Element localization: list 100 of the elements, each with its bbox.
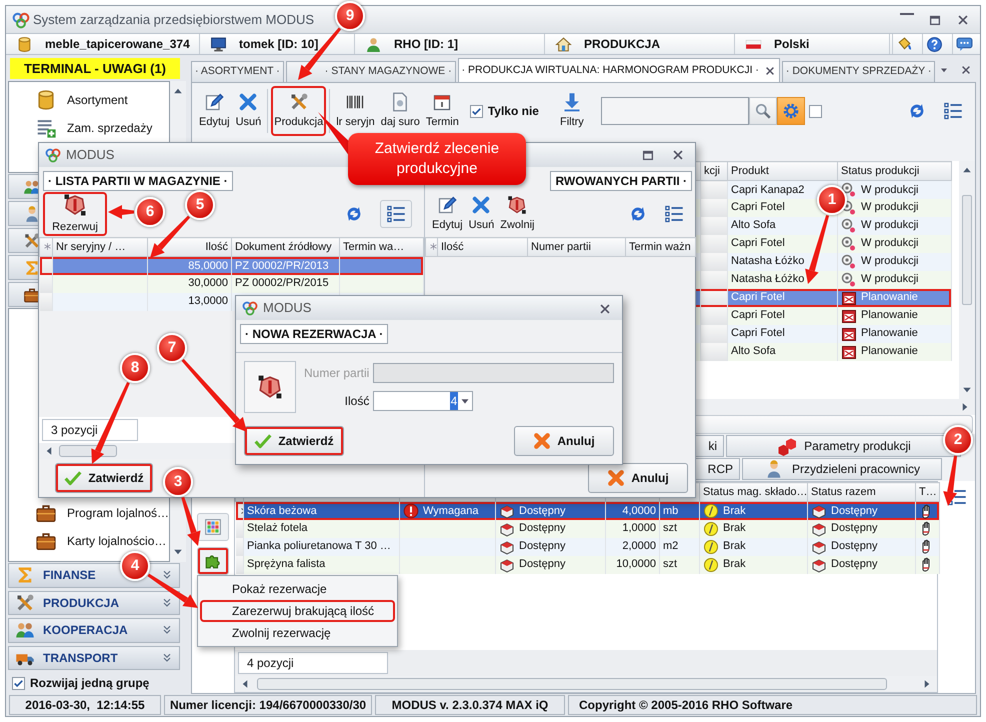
table-cell: Capri Fotel xyxy=(728,288,838,306)
checkbox-label: Tylko nie xyxy=(488,103,539,120)
table-cell: Sprężyna falista xyxy=(244,556,400,574)
tab[interactable]: · PRODUKCJA WIRTUALNA: HARMONOGRAM PRODUKCJI · xyxy=(458,58,780,82)
status-text: Brak xyxy=(723,504,746,518)
nav-item[interactable]: Asortyment xyxy=(67,91,128,110)
status-text: Planowanie xyxy=(861,326,918,342)
toolbar-button[interactable]: lr seryjn xyxy=(333,86,378,136)
confirm-button[interactable]: Zatwierdź xyxy=(244,426,344,456)
toolbar-button[interactable]: daj suro xyxy=(378,86,423,136)
table-row[interactable]: Pianka poliuretanowa T 30 … Dostępny 2,0000 m2 Brak Dostępny xyxy=(236,538,940,556)
status-text: W produkcji xyxy=(861,254,918,270)
column-header[interactable]: Termin wa… xyxy=(340,238,424,256)
table-cell: mb xyxy=(660,502,700,520)
tab[interactable]: · STANY MAGAZYNOWE · xyxy=(286,61,456,82)
info-label: Polski xyxy=(774,36,810,53)
table-cell: 4,0000 xyxy=(606,502,660,520)
status-text: Numer licencji: 194/6670000330/30 xyxy=(164,695,372,715)
filter-button[interactable]: Filtry xyxy=(556,86,587,136)
status-text: MODUS v. 2.3.0.374 MAX iQ xyxy=(375,695,565,715)
nav-item[interactable]: Zam. sprzedaży xyxy=(67,119,152,138)
table-cell: Skóra beżowa xyxy=(244,502,400,520)
status-text: W produkcji xyxy=(861,272,918,288)
status-text: Brak xyxy=(723,521,746,536)
cancel-button[interactable]: Anuluj xyxy=(514,426,614,456)
checkbox-label: Rozwijaj jedną grupę xyxy=(30,675,150,692)
menu-item[interactable]: Pokaż rezerwacje xyxy=(200,578,395,600)
table-cell: szt xyxy=(660,520,700,538)
table-row[interactable]: Stelaż fotela Dostępny 1,0000 szt Brak Dostępny xyxy=(236,520,940,538)
table-cell: 30,0000 xyxy=(148,274,232,292)
dialog-title: MODUS xyxy=(66,146,114,164)
status-text: W produkcji xyxy=(861,236,918,252)
status-text: Dostępny xyxy=(831,557,878,572)
table-row[interactable]: Sprężyna falista Dostępny 10,0000 szt Brak Dostępny xyxy=(236,556,940,574)
column-header[interactable]: Nr seryjny / … xyxy=(52,238,148,256)
reserve-button[interactable]: Rezerwuj xyxy=(43,192,107,236)
table-cell: PZ 00002/PR/2015 xyxy=(232,274,340,292)
status-text: Dostępny xyxy=(519,539,566,554)
tab[interactable]: · ASORTYMENT · xyxy=(191,61,284,82)
panel-tab[interactable]: · NOWA REZERWACJA · xyxy=(240,324,388,344)
status-text: W produkcji xyxy=(861,182,918,198)
status-text: Dostępny xyxy=(831,539,878,554)
table-cell: Alto Sofa xyxy=(728,342,838,360)
column-header[interactable]: kcji xyxy=(700,162,728,180)
tab-button[interactable]: Przydzieleni pracownicy xyxy=(742,458,942,480)
confirm-button[interactable]: Zatwierdź xyxy=(55,463,153,493)
toolbar-button[interactable]: Edytuj xyxy=(196,86,233,136)
window-title: System zarządzania przedsiębiorstwem MODUS xyxy=(33,10,314,29)
field-label: Ilość xyxy=(344,393,370,410)
status-text: Brak xyxy=(723,557,746,572)
status-text: Planowanie xyxy=(861,344,918,360)
status-text: Copyright © 2005-2016 RHO Software xyxy=(568,695,977,715)
menu-item[interactable]: Zwolnij rezerwację xyxy=(200,622,395,644)
status-text: Planowanie xyxy=(861,308,918,324)
status-text: 2016-03-30, 12:14:55 xyxy=(9,695,161,715)
toolbar-button[interactable]: Produkcja xyxy=(271,86,326,136)
table-cell: szt xyxy=(660,556,700,574)
column-header[interactable]: Ilość xyxy=(438,238,528,256)
table-cell: 1,0000 xyxy=(606,520,660,538)
nav-item[interactable]: Karty lojalnościo… xyxy=(67,532,166,550)
column-header[interactable]: Status razem xyxy=(808,482,916,502)
status-text: Dostępny xyxy=(519,504,566,518)
column-header[interactable]: Produkt xyxy=(728,162,838,180)
column-header[interactable]: Numer partii xyxy=(528,238,626,256)
notes-header[interactable]: TERMINAL - UWAGI (1) xyxy=(10,58,180,80)
table-cell: 13,0000 xyxy=(148,292,232,310)
status-text: Wymagana xyxy=(423,504,479,518)
nav-item[interactable]: Program lojalnoś… xyxy=(67,504,170,522)
panel-tab[interactable]: · LISTA PARTII W MAGAZYNIE · xyxy=(43,171,233,191)
table-row[interactable]: 30,0000 PZ 00002/PR/2015 xyxy=(40,274,424,292)
toolbar-button[interactable]: Zwolnij xyxy=(497,192,538,236)
toolbar-button[interactable]: Usuń xyxy=(466,192,498,236)
panel-tab[interactable]: RWOWANYCH PARTII · xyxy=(550,171,692,191)
status-text: Dostępny xyxy=(519,521,566,536)
info-label: meble_tapicerowane_374 xyxy=(45,36,190,53)
column-header[interactable]: Dokument źródłowy xyxy=(232,238,340,256)
table-cell: Stelaż fotela xyxy=(244,520,400,538)
toolbar-button[interactable]: Termin xyxy=(422,86,462,136)
info-label: PRODUKCJA xyxy=(584,36,660,53)
row-count: 4 pozycji xyxy=(238,652,388,674)
table-cell: Pianka poliuretanowa T 30 … xyxy=(244,538,400,556)
column-header[interactable]: Status mag. składo… xyxy=(700,482,808,502)
column-header[interactable]: T… xyxy=(916,482,940,502)
menu-item[interactable]: Zarezerwuj brakującą ilość xyxy=(200,600,395,622)
table-row[interactable]: Skóra beżowa Wymagana Dostępny 4,0000 mb Brak Dostępny xyxy=(236,502,940,520)
field-label: Numer partii xyxy=(304,365,370,382)
toolbar-button[interactable]: Usuń xyxy=(232,86,264,136)
table-cell: PZ 00002/PR/2013 xyxy=(232,256,340,274)
tab[interactable]: · DOKUMENTY SPRZEDAŻY · xyxy=(782,61,936,82)
cancel-button[interactable]: Anuluj xyxy=(588,463,688,493)
callout-tooltip: Zatwierdź zlecenie produkcyjne xyxy=(348,133,526,185)
quantity-field[interactable]: 4 xyxy=(373,391,474,411)
table-cell: 10,0000 xyxy=(606,556,660,574)
row-count: 3 pozycji xyxy=(42,419,138,441)
status-text: W produkcji xyxy=(861,218,918,234)
column-header[interactable]: Status produkcji xyxy=(838,162,952,180)
column-header[interactable]: Termin ważn xyxy=(626,238,696,256)
status-text: Dostępny xyxy=(519,557,566,572)
info-label: RHO [ID: 1] xyxy=(394,36,458,53)
toolbar-button[interactable]: Edytuj xyxy=(429,192,466,236)
